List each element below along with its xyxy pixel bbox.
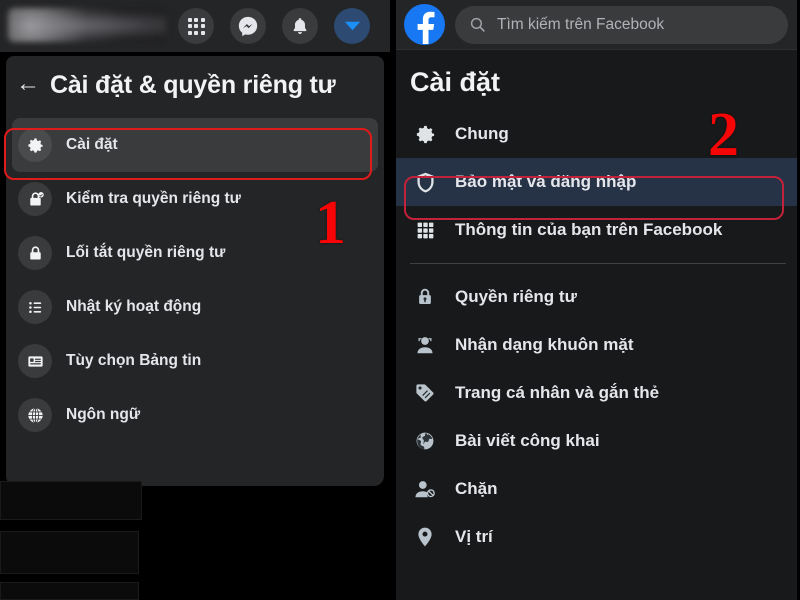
- settings-item-label: Trang cá nhân và gắn thẻ: [455, 383, 660, 402]
- gear-icon: [412, 121, 438, 147]
- list-icon: [18, 290, 52, 324]
- face-person-icon: [412, 332, 438, 358]
- settings-item-label: Vị trí: [455, 527, 493, 546]
- settings-item-thong-tin-cua-ban[interactable]: Thông tin của bạn trên Facebook: [396, 206, 800, 254]
- right-panel-facebook-settings-page: Tìm kiếm trên Facebook Cài đặt Chung Bảo…: [396, 0, 800, 600]
- left-menu-label: Cài đặt: [66, 136, 118, 153]
- left-menu-item-ngon-ngu[interactable]: Ngôn ngữ: [12, 388, 378, 442]
- search-input[interactable]: Tìm kiếm trên Facebook: [455, 5, 788, 44]
- settings-group-divider: [410, 263, 786, 264]
- settings-item-chung[interactable]: Chung: [396, 110, 800, 158]
- lock-check-icon: [18, 182, 52, 216]
- left-panel-title: Cài đặt & quyền riêng tư: [50, 70, 336, 99]
- page-artifact-box: [0, 582, 139, 600]
- settings-item-label: Bảo mật và đăng nhập: [455, 172, 637, 191]
- shield-icon: [412, 169, 438, 195]
- left-panel-facebook-settings-menu: ← Cài đặt & quyền riêng tư Cài đặt Kiểm …: [0, 0, 390, 600]
- search-icon: [470, 17, 485, 32]
- left-menu-label: Tùy chọn Bảng tin: [66, 352, 202, 369]
- annotation-number-1: 1: [315, 189, 346, 257]
- globe-icon: [18, 398, 52, 432]
- grid-icon: [412, 217, 438, 243]
- settings-item-bai-viet-cong-khai[interactable]: Bài viết công khai: [396, 417, 800, 465]
- settings-item-label: Nhận dạng khuôn mặt: [455, 335, 634, 354]
- chevron-down-icon: [344, 21, 360, 31]
- settings-item-label: Chung: [455, 124, 509, 143]
- person-block-icon: [412, 476, 438, 502]
- settings-item-chan[interactable]: Chặn: [396, 465, 800, 513]
- left-menu-item-nhat-ky-hoat-dong[interactable]: Nhật ký hoạt động: [12, 280, 378, 334]
- search-placeholder: Tìm kiếm trên Facebook: [497, 15, 665, 33]
- settings-item-label: Bài viết công khai: [455, 431, 600, 450]
- messenger-button[interactable]: [230, 8, 266, 44]
- settings-item-bao-mat-va-dang-nhap[interactable]: Bảo mật và đăng nhập: [396, 158, 800, 206]
- menu-grid-button[interactable]: [178, 8, 214, 44]
- gear-icon: [18, 128, 52, 162]
- grid-icon: [187, 17, 205, 35]
- settings-item-label: Quyền riêng tư: [455, 287, 577, 306]
- left-menu-label: Lối tắt quyền riêng tư: [66, 244, 226, 261]
- right-panel-title: Cài đặt: [410, 67, 501, 97]
- left-menu-item-tuy-chon-bang-tin[interactable]: Tùy chọn Bảng tin: [12, 334, 378, 388]
- settings-item-quyen-rieng-tu[interactable]: Quyền riêng tư: [396, 273, 800, 321]
- location-pin-icon: [412, 524, 438, 550]
- left-menu-item-cai-dat[interactable]: Cài đặt: [12, 118, 378, 172]
- left-panel-menu-list: Cài đặt Kiểm tra quyền riêng tư Lối tắt …: [6, 114, 384, 486]
- messenger-icon: [238, 16, 258, 37]
- settings-item-label: Thông tin của bạn trên Facebook: [455, 220, 723, 239]
- tag-icon: [412, 380, 438, 406]
- settings-item-label: Chặn: [455, 479, 498, 498]
- screenshot-root: ← Cài đặt & quyền riêng tư Cài đặt Kiểm …: [0, 0, 800, 600]
- page-artifact-box: [0, 531, 139, 574]
- settings-item-vi-tri[interactable]: Vị trí: [396, 513, 800, 561]
- blurred-user-name: [8, 8, 166, 42]
- bell-icon: [293, 18, 307, 34]
- privacy-lock-icon: [412, 284, 438, 310]
- settings-privacy-header: ← Cài đặt & quyền riêng tư: [6, 56, 384, 114]
- lock-icon: [18, 236, 52, 270]
- page-artifact-box: [0, 481, 142, 520]
- facebook-logo-icon[interactable]: [404, 4, 445, 45]
- settings-item-nhan-dang-khuon-mat[interactable]: Nhận dạng khuôn mặt: [396, 321, 800, 369]
- settings-item-trang-ca-nhan-va-gan-the[interactable]: Trang cá nhân và gắn thẻ: [396, 369, 800, 417]
- back-arrow-icon[interactable]: ←: [6, 71, 50, 99]
- globe-icon: [412, 428, 438, 454]
- newsfeed-card-icon: [18, 344, 52, 378]
- right-panel-topbar: Tìm kiếm trên Facebook: [396, 0, 800, 50]
- left-panel-topbar: [0, 0, 390, 52]
- left-menu-label: Kiểm tra quyền riêng tư: [66, 190, 241, 207]
- left-menu-label: Nhật ký hoạt động: [66, 298, 202, 315]
- notifications-button[interactable]: [282, 8, 318, 44]
- left-menu-label: Ngôn ngữ: [66, 406, 141, 423]
- account-dropdown-button[interactable]: [334, 8, 370, 44]
- annotation-number-2: 2: [708, 101, 739, 169]
